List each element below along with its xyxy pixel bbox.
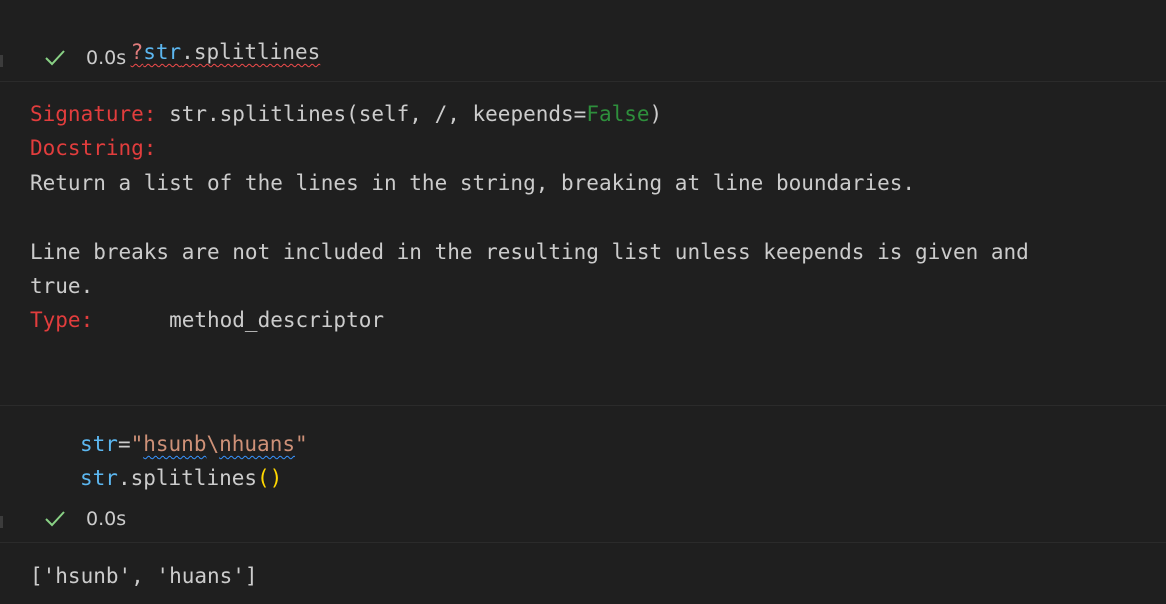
code-token-eq: = xyxy=(117,432,131,456)
code-token-method: .splitlines xyxy=(117,466,258,490)
docstring-label: Docstring: xyxy=(30,136,157,161)
code-token-parens: () xyxy=(257,466,283,490)
code-token-str: str xyxy=(80,432,118,456)
signature-false: False xyxy=(586,102,650,126)
code-token-quote: " xyxy=(130,432,144,456)
cell-2-code-line-1[interactable]: str="hsunb\nhuans" xyxy=(80,427,308,461)
code-cell-1[interactable]: ?str.splitlines 0.0s xyxy=(0,0,1166,82)
cell-2-output: ['hsunb', 'huans'] xyxy=(30,564,258,588)
type-label: Type: xyxy=(30,308,94,333)
cell-2-code-line-2[interactable]: str.splitlines() xyxy=(80,461,282,495)
cell-1-status: 0.0s xyxy=(44,47,126,69)
signature-line: Signature: str.splitlines(self, /, keepe… xyxy=(30,97,1029,131)
signature-close: ) xyxy=(649,102,663,126)
code-token-string-part-2: nhuans xyxy=(219,432,295,456)
code-token-method: .splitlines xyxy=(181,40,321,64)
docstring-blank-line xyxy=(30,200,1029,234)
help-prefix: ? xyxy=(130,40,144,64)
signature-text: str.splitlines(self, /, keepends= xyxy=(156,102,587,126)
code-token-string-part-1: hsunb xyxy=(143,432,207,456)
type-value: method_descriptor xyxy=(93,308,385,333)
docstring-line-3: true. xyxy=(30,274,94,299)
code-token-backslash: \ xyxy=(206,432,220,456)
check-icon xyxy=(44,510,66,528)
signature-label: Signature: xyxy=(30,102,157,126)
exec-time: 0.0s xyxy=(86,508,127,530)
code-token-quote: " xyxy=(294,432,308,456)
cell-1-output: Signature: str.splitlines(self, /, keepe… xyxy=(30,97,1029,338)
code-token-str: str xyxy=(143,40,182,64)
docstring-line-1: Return a list of the lines in the string… xyxy=(30,170,916,195)
exec-time: 0.0s xyxy=(86,47,127,69)
type-line: Type: method_descriptor xyxy=(30,303,1029,337)
check-icon xyxy=(44,49,66,67)
cell-1-gutter-mark xyxy=(0,55,3,67)
cell-2-gutter-mark xyxy=(0,516,3,528)
code-token-str: str xyxy=(80,466,118,490)
cell-2-status: 0.0s xyxy=(44,508,126,530)
code-cell-2[interactable]: str="hsunb\nhuans" str.splitlines() 0.0s xyxy=(0,405,1166,543)
docstring-line-2: Line breaks are not included in the resu… xyxy=(30,239,1029,264)
